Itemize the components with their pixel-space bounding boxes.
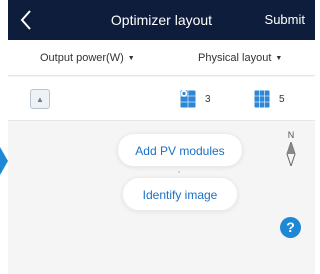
optimizer-module-count: 3 xyxy=(180,90,211,108)
expand-button[interactable]: ▲ xyxy=(30,89,50,109)
optimizer-count-value: 3 xyxy=(205,93,211,105)
layout-canvas[interactable]: Add PV modules Identify image N ? xyxy=(8,122,315,274)
submit-button[interactable]: Submit xyxy=(265,0,305,40)
identify-image-button[interactable]: Identify image xyxy=(122,177,238,211)
optimizer-module-icon xyxy=(180,90,196,108)
compass: N xyxy=(284,130,298,170)
panel-edge-arrow-icon xyxy=(0,147,8,175)
help-button[interactable]: ? xyxy=(280,217,301,238)
output-power-label: Output power(W) xyxy=(40,52,124,64)
compass-north-label: N xyxy=(287,130,295,140)
physical-layout-label: Physical layout xyxy=(198,52,272,64)
add-pv-modules-button[interactable]: Add PV modules xyxy=(117,133,243,167)
module-summary-row: ▲ 3 5 xyxy=(8,77,315,121)
output-power-dropdown[interactable]: Output power(W) ▼ xyxy=(40,40,135,76)
pv-module-icon xyxy=(254,90,270,108)
compass-needle-icon xyxy=(286,142,296,166)
title-bar: Optimizer layout Submit xyxy=(8,0,315,40)
physical-layout-dropdown[interactable]: Physical layout ▼ xyxy=(198,40,282,76)
pv-module-count: 5 xyxy=(254,90,285,108)
canvas-dot xyxy=(178,171,180,173)
layout-toolbar: Output power(W) ▼ Physical layout ▼ xyxy=(8,40,315,76)
caret-down-icon: ▼ xyxy=(275,55,283,62)
pv-count-value: 5 xyxy=(279,93,285,105)
chevron-up-icon: ▲ xyxy=(36,94,44,104)
optimizer-layout-screen: Optimizer layout Submit Output power(W) ▼… xyxy=(8,0,315,274)
caret-down-icon: ▼ xyxy=(127,55,135,62)
